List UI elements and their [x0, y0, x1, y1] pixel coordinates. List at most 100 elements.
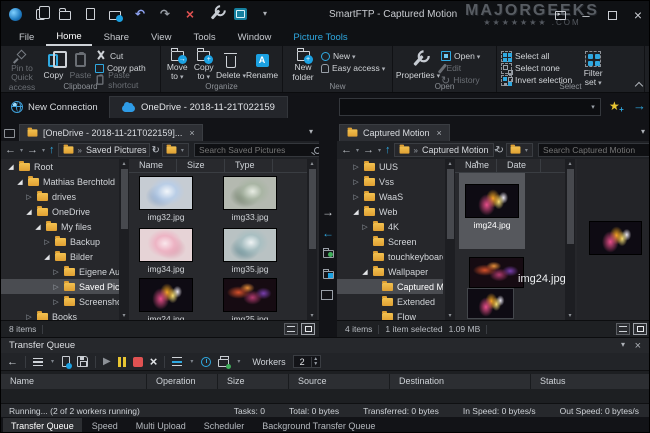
expander-icon[interactable] — [361, 223, 369, 231]
file-item[interactable]: img24.jpg — [139, 278, 193, 320]
left-tree-scrollbar[interactable]: ▴ ▾ — [119, 159, 129, 320]
qat-picture-button[interactable] — [232, 6, 248, 22]
tab-home[interactable]: Home — [46, 29, 91, 46]
tab-window[interactable]: Window — [228, 30, 282, 45]
qat-open-folder-button[interactable] — [57, 6, 73, 22]
queue-schedule-button[interactable] — [201, 355, 211, 369]
column-header-name[interactable]: ▴Name — [455, 159, 497, 172]
tree-item-vss[interactable]: Vss — [337, 174, 443, 189]
forward-history-caret[interactable]: ▾ — [377, 147, 382, 154]
close-tab-icon[interactable]: × — [189, 128, 194, 138]
qat-customize-caret[interactable] — [257, 6, 273, 22]
address-input[interactable] — [340, 102, 586, 112]
back-history-caret[interactable]: ▾ — [19, 147, 24, 154]
right-tree-scrollbar[interactable]: ▴ ▾ — [445, 159, 455, 320]
qat-paste-button[interactable] — [82, 6, 98, 22]
add-favorite-icon[interactable]: ★ — [609, 99, 620, 113]
tree-item-extended[interactable]: Extended — [337, 294, 443, 309]
column-header-date[interactable]: Date — [497, 159, 541, 172]
media-view-button[interactable]: ▾ — [162, 143, 189, 157]
transfer-left-button[interactable] — [321, 226, 335, 240]
tree-item-bilder[interactable]: Bilder — [1, 249, 119, 264]
mirror-folders-button[interactable] — [321, 289, 335, 303]
column-header-size[interactable]: Size — [177, 159, 225, 172]
tab-scheduler[interactable]: Scheduler — [196, 418, 253, 433]
left-breadcrumb[interactable]: » Saved Pictures ▾ — [58, 143, 150, 157]
tree-item-4k[interactable]: 4K — [337, 219, 443, 234]
tree-item-my-files[interactable]: My files — [1, 219, 119, 234]
new-folder-button[interactable]: New folder — [287, 48, 319, 82]
expander-icon[interactable] — [16, 178, 24, 186]
properties-button[interactable]: Properties — [397, 48, 439, 82]
refresh-icon[interactable] — [152, 145, 160, 156]
queue-new-button[interactable] — [62, 355, 70, 369]
select-none-button[interactable]: Select none — [501, 63, 572, 73]
right-list-scrollbar[interactable]: ▴ ▾ — [565, 159, 575, 320]
queue-view-button[interactable] — [172, 355, 182, 369]
details-view-button[interactable] — [284, 323, 298, 335]
tree-item-root[interactable]: Root — [1, 159, 119, 174]
thumbnails-view-button[interactable] — [301, 323, 315, 335]
cut-button[interactable]: Cut — [95, 51, 156, 61]
queue-column-status[interactable]: Status — [531, 374, 650, 389]
expander-icon[interactable] — [352, 193, 360, 201]
up-button[interactable]: ↑ — [48, 145, 56, 156]
tree-item-eigene-aufnahmen[interactable]: Eigene Aufnahmen — [1, 264, 119, 279]
qat-tools-button[interactable] — [207, 6, 223, 22]
queue-view-caret[interactable]: ▾ — [189, 358, 194, 365]
queue-column-operation[interactable]: Operation — [147, 374, 217, 389]
tree-item-onedrive[interactable]: OneDrive — [1, 204, 119, 219]
go-arrow-icon[interactable]: → — [633, 98, 646, 113]
tree-item-waas[interactable]: WaaS — [337, 189, 443, 204]
tab-list-caret[interactable]: ▾ — [641, 127, 645, 136]
qat-new-folder-button[interactable] — [107, 6, 123, 22]
tree-item-touchkeyboard[interactable]: touchkeyboard — [337, 249, 443, 264]
left-list-scrollbar[interactable]: ▴ ▾ — [307, 159, 317, 320]
tab-tools[interactable]: Tools — [183, 30, 225, 45]
forward-history-caret[interactable]: ▾ — [41, 147, 46, 154]
file-item[interactable]: img34.jpg — [139, 228, 193, 274]
tree-item-captured-motion[interactable]: Captured Motion — [337, 279, 443, 294]
tree-item-mathias-berchtold[interactable]: Mathias Berchtold — [1, 174, 119, 189]
tab-speed[interactable]: Speed — [84, 418, 126, 433]
minimize-button[interactable] — [575, 4, 597, 26]
edit-button[interactable]: Edit — [441, 63, 480, 73]
expander-icon[interactable] — [52, 298, 60, 306]
expander-icon[interactable] — [352, 178, 360, 186]
maximize-button[interactable] — [601, 4, 623, 26]
close-button[interactable] — [627, 4, 649, 26]
collapse-ribbon-chevron[interactable] — [635, 80, 643, 88]
pane-window-icon[interactable] — [4, 129, 15, 138]
queue-upload-caret[interactable]: ▾ — [236, 358, 241, 365]
tree-item-screenshots[interactable]: Screenshots — [1, 294, 119, 309]
expander-icon[interactable] — [352, 208, 360, 216]
right-breadcrumb[interactable]: » Captured Motion ▾ — [394, 143, 494, 157]
column-header-type[interactable]: Type — [225, 159, 273, 172]
tree-item-books[interactable]: Books — [1, 309, 119, 320]
compare-folders-button[interactable] — [321, 247, 335, 261]
thumbnails-view-button[interactable] — [633, 323, 647, 335]
queue-column-name[interactable]: Name — [1, 374, 146, 389]
paste-button[interactable]: Paste — [68, 48, 93, 82]
address-dropdown-caret[interactable]: ▾ — [586, 103, 600, 111]
redo-button[interactable] — [157, 6, 173, 22]
queue-start-button[interactable] — [103, 355, 111, 369]
tree-item-saved-pictures[interactable]: Saved Pictures — [1, 279, 119, 294]
qat-delete-button[interactable] — [182, 6, 198, 22]
connection-tab-onedrive[interactable]: OneDrive - 2018-11-21T022159 — [109, 96, 288, 118]
tab-share[interactable]: Share — [94, 30, 139, 45]
forward-button[interactable]: → — [362, 145, 375, 156]
expander-icon[interactable] — [34, 223, 42, 231]
expander-icon[interactable] — [25, 193, 33, 201]
queue-stop-button[interactable] — [133, 355, 143, 369]
queue-column-source[interactable]: Source — [289, 374, 389, 389]
tab-background-transfer-queue[interactable]: Background Transfer Queue — [254, 418, 383, 433]
panel-menu-caret[interactable]: ▾ — [621, 340, 625, 349]
easy-access-button[interactable]: Easy access — [321, 63, 385, 73]
rename-button[interactable]: Rename — [246, 48, 278, 82]
queue-back-button[interactable] — [7, 355, 18, 369]
expander-icon[interactable] — [352, 163, 360, 171]
queue-upload-button[interactable] — [218, 355, 229, 369]
tab-transfer-queue[interactable]: Transfer Queue — [3, 418, 82, 433]
expander-icon[interactable] — [43, 253, 51, 261]
